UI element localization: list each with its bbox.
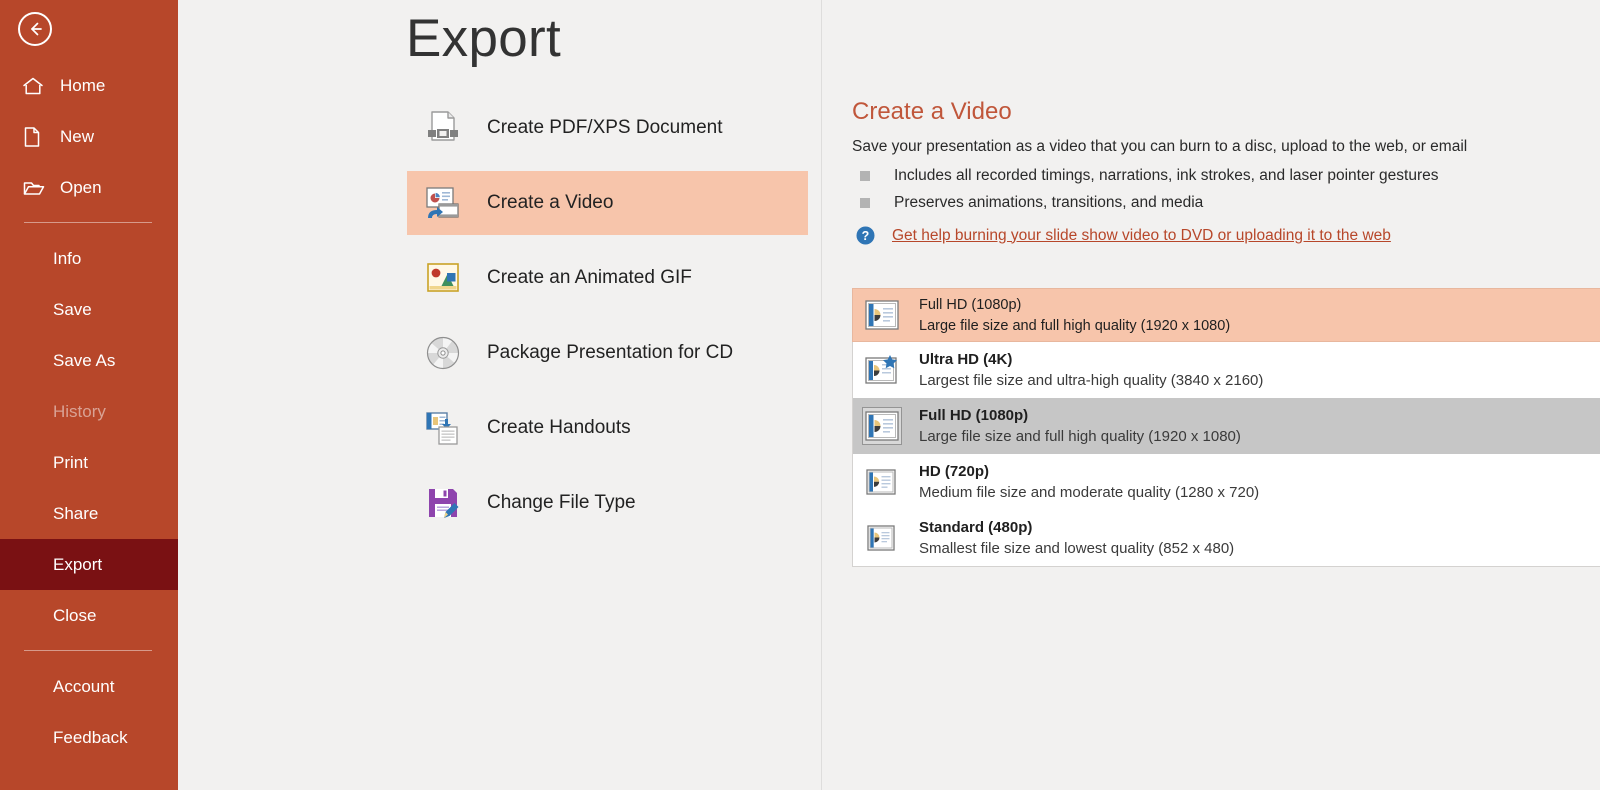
sidebar-item-new[interactable]: New [0, 111, 178, 162]
help-link-row: ? Get help burning your slide show video… [852, 226, 1600, 245]
resolution-option-hd-720p[interactable]: HD (720p) Medium file size and moderate … [853, 454, 1600, 510]
export-option-label: Create PDF/XPS Document [487, 117, 723, 138]
resolution-option-full-hd-1080p[interactable]: Full HD (1080p) Large file size and full… [853, 398, 1600, 454]
slide-4k-star-icon [865, 355, 899, 385]
animated-gif-icon [424, 259, 462, 297]
open-folder-icon [22, 177, 48, 199]
export-option-create-video[interactable]: Create a Video [407, 171, 808, 235]
sidebar-item-save-as[interactable]: Save As [0, 335, 178, 386]
detail-bullet-text: Includes all recorded timings, narration… [894, 167, 1439, 184]
resolution-combobox: Full HD (1080p) Large file size and full… [852, 288, 1600, 567]
sidebar-item-label: Info [53, 249, 82, 268]
resolution-option-title: Full HD (1080p) [919, 407, 1029, 424]
export-option-create-handouts[interactable]: Create Handouts [407, 396, 808, 460]
slide-1080p-icon [865, 300, 899, 330]
back-arrow-icon [31, 22, 42, 36]
sidebar-top-group: Home New Open [0, 60, 178, 213]
main-content: Export Create PDF/XPS Document Create a … [178, 0, 1600, 790]
sidebar-item-label: Close [53, 606, 97, 625]
export-backstage-view: Home New Open Info Save Save As History … [0, 0, 1600, 790]
slide-480p-icon [865, 523, 899, 553]
sidebar-item-label: Share [53, 504, 99, 523]
create-video-icon [424, 184, 462, 222]
detail-subtitle: Save your presentation as a video that y… [852, 138, 1468, 155]
bullet-square-icon [860, 198, 870, 208]
sidebar-item-label: Save As [53, 351, 116, 370]
resolution-combobox-value: Full HD (1080p) Large file size and full… [919, 297, 1230, 334]
sidebar-item-label: Save [53, 300, 92, 319]
sidebar-item-save[interactable]: Save [0, 284, 178, 335]
detail-title: Create a Video [852, 98, 1012, 125]
resolution-option-description: Medium file size and moderate quality (1… [919, 484, 1260, 501]
sidebar-divider-top [24, 222, 152, 223]
bullet-square-icon [860, 171, 870, 181]
resolution-option-title: HD (720p) [919, 463, 990, 480]
backstage-sidebar: Home New Open Info Save Save As History … [0, 0, 178, 790]
sidebar-item-label: Account [53, 677, 115, 696]
slide-1080p-icon [862, 407, 902, 445]
sidebar-item-feedback[interactable]: Feedback [0, 712, 178, 763]
question-mark-icon: ? [856, 226, 875, 245]
page-title: Export [406, 9, 561, 68]
export-option-change-file-type[interactable]: Change File Type [407, 471, 808, 535]
sidebar-item-history: History [0, 386, 178, 437]
sidebar-item-label: Feedback [53, 728, 128, 747]
change-file-type-icon [424, 484, 462, 522]
sidebar-item-label: Export [53, 555, 103, 574]
pdf-document-icon [424, 109, 462, 147]
slide-720p-icon [865, 467, 899, 497]
export-option-animated-gif[interactable]: Create an Animated GIF [407, 246, 808, 310]
export-option-label: Create Handouts [487, 417, 631, 438]
sidebar-item-print[interactable]: Print [0, 437, 178, 488]
export-option-package-cd[interactable]: Package Presentation for CD [407, 321, 808, 385]
detail-pane: Create a Video Save your presentation as… [852, 98, 1600, 245]
resolution-title: Full HD (1080p) [919, 296, 1022, 313]
cd-disc-icon [424, 334, 462, 372]
resolution-option-description: Smallest file size and lowest quality (8… [919, 540, 1235, 557]
new-document-icon [22, 126, 48, 148]
export-option-label: Create a Video [487, 192, 614, 213]
resolution-option-description: Large file size and full high quality (1… [919, 428, 1241, 445]
export-option-pdf-xps[interactable]: Create PDF/XPS Document [407, 96, 808, 160]
back-button[interactable] [18, 12, 52, 46]
resolution-option-ultra-hd-4k[interactable]: Ultra HD (4K) Largest file size and ultr… [853, 342, 1600, 398]
handouts-icon [424, 409, 462, 447]
column-divider [821, 0, 822, 790]
detail-bullet-text: Preserves animations, transitions, and m… [894, 194, 1204, 211]
resolution-option-description: Largest file size and ultra-high quality… [919, 372, 1264, 389]
sidebar-item-open[interactable]: Open [0, 162, 178, 213]
export-option-label: Create an Animated GIF [487, 267, 692, 288]
sidebar-divider-bottom [24, 650, 152, 651]
sidebar-item-label: New [60, 127, 95, 146]
export-options-list: Create PDF/XPS Document Create a Video C… [407, 96, 808, 546]
sidebar-item-export[interactable]: Export [0, 539, 178, 590]
home-icon [22, 75, 48, 97]
sidebar-item-label: Print [53, 453, 88, 472]
resolution-option-title: Standard (480p) [919, 519, 1033, 536]
detail-bullet: Includes all recorded timings, narration… [852, 167, 1600, 185]
export-option-label: Change File Type [487, 492, 636, 513]
help-link[interactable]: Get help burning your slide show video t… [892, 227, 1391, 245]
sidebar-item-label: Home [60, 76, 106, 95]
resolution-option-title: Ultra HD (4K) [919, 351, 1013, 368]
resolution-option-standard-480p[interactable]: Standard (480p) Smallest file size and l… [853, 510, 1600, 566]
sidebar-item-home[interactable]: Home [0, 60, 178, 111]
resolution-description: Large file size and full high quality (1… [919, 317, 1231, 334]
resolution-combobox-button[interactable]: Full HD (1080p) Large file size and full… [852, 288, 1600, 342]
resolution-dropdown-list: Ultra HD (4K) Largest file size and ultr… [852, 342, 1600, 567]
sidebar-item-label: Open [60, 178, 102, 197]
sidebar-item-close[interactable]: Close [0, 590, 178, 641]
detail-bullet: Preserves animations, transitions, and m… [852, 194, 1600, 212]
sidebar-item-account[interactable]: Account [0, 661, 178, 712]
export-option-label: Package Presentation for CD [487, 342, 734, 363]
sidebar-item-info[interactable]: Info [0, 233, 178, 284]
sidebar-item-label: History [53, 402, 106, 421]
svg-text:?: ? [862, 229, 870, 243]
sidebar-item-share[interactable]: Share [0, 488, 178, 539]
